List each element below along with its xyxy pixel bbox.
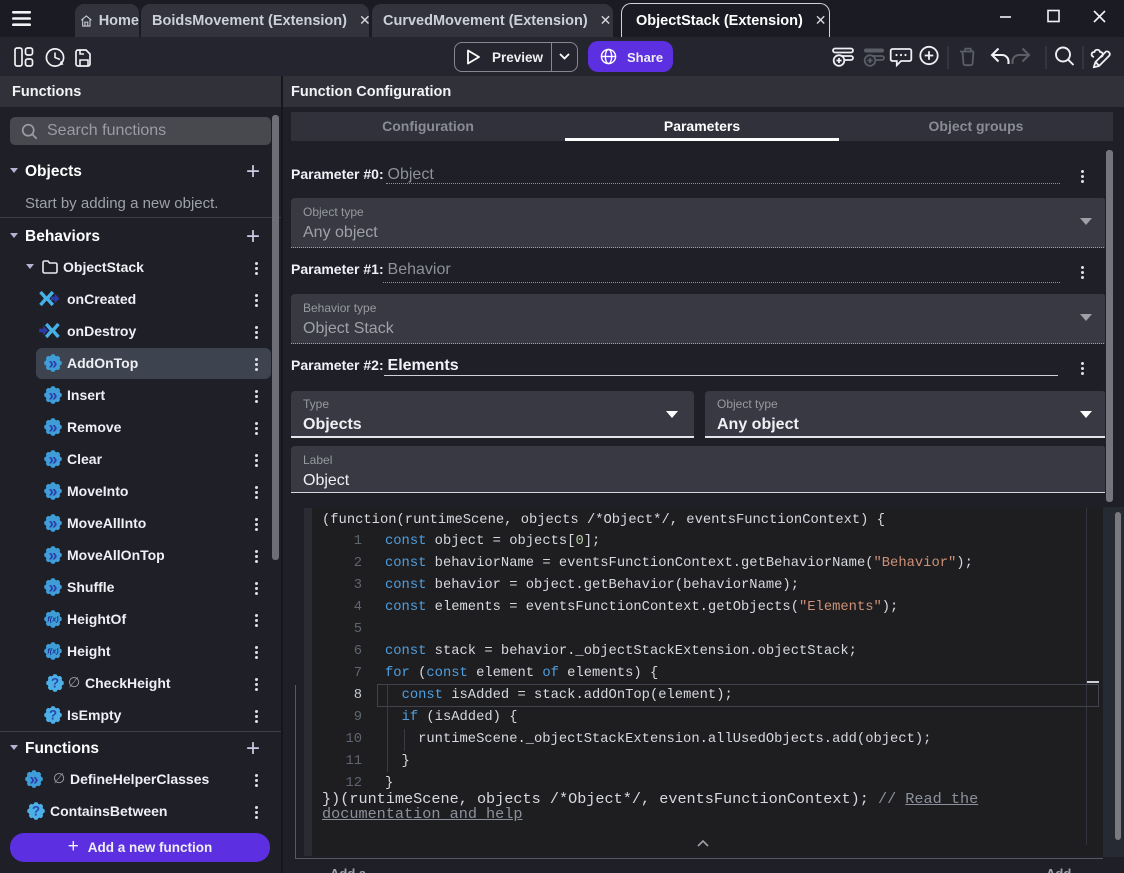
svg-text:»: »: [48, 547, 57, 564]
svg-text:»: »: [48, 515, 57, 532]
svg-text:»: »: [29, 771, 38, 788]
svg-text:f(x): f(x): [47, 615, 59, 624]
svg-text:»: »: [48, 451, 57, 468]
svg-text:?: ?: [32, 804, 40, 819]
svg-text:»: »: [48, 419, 57, 436]
svg-text:»: »: [48, 355, 57, 372]
svg-text:f(x): f(x): [47, 647, 59, 656]
svg-text:»: »: [48, 579, 57, 596]
svg-text:»: »: [48, 483, 57, 500]
svg-text:?: ?: [49, 708, 57, 723]
svg-text:»: »: [48, 387, 57, 404]
svg-text:?: ?: [51, 676, 59, 691]
